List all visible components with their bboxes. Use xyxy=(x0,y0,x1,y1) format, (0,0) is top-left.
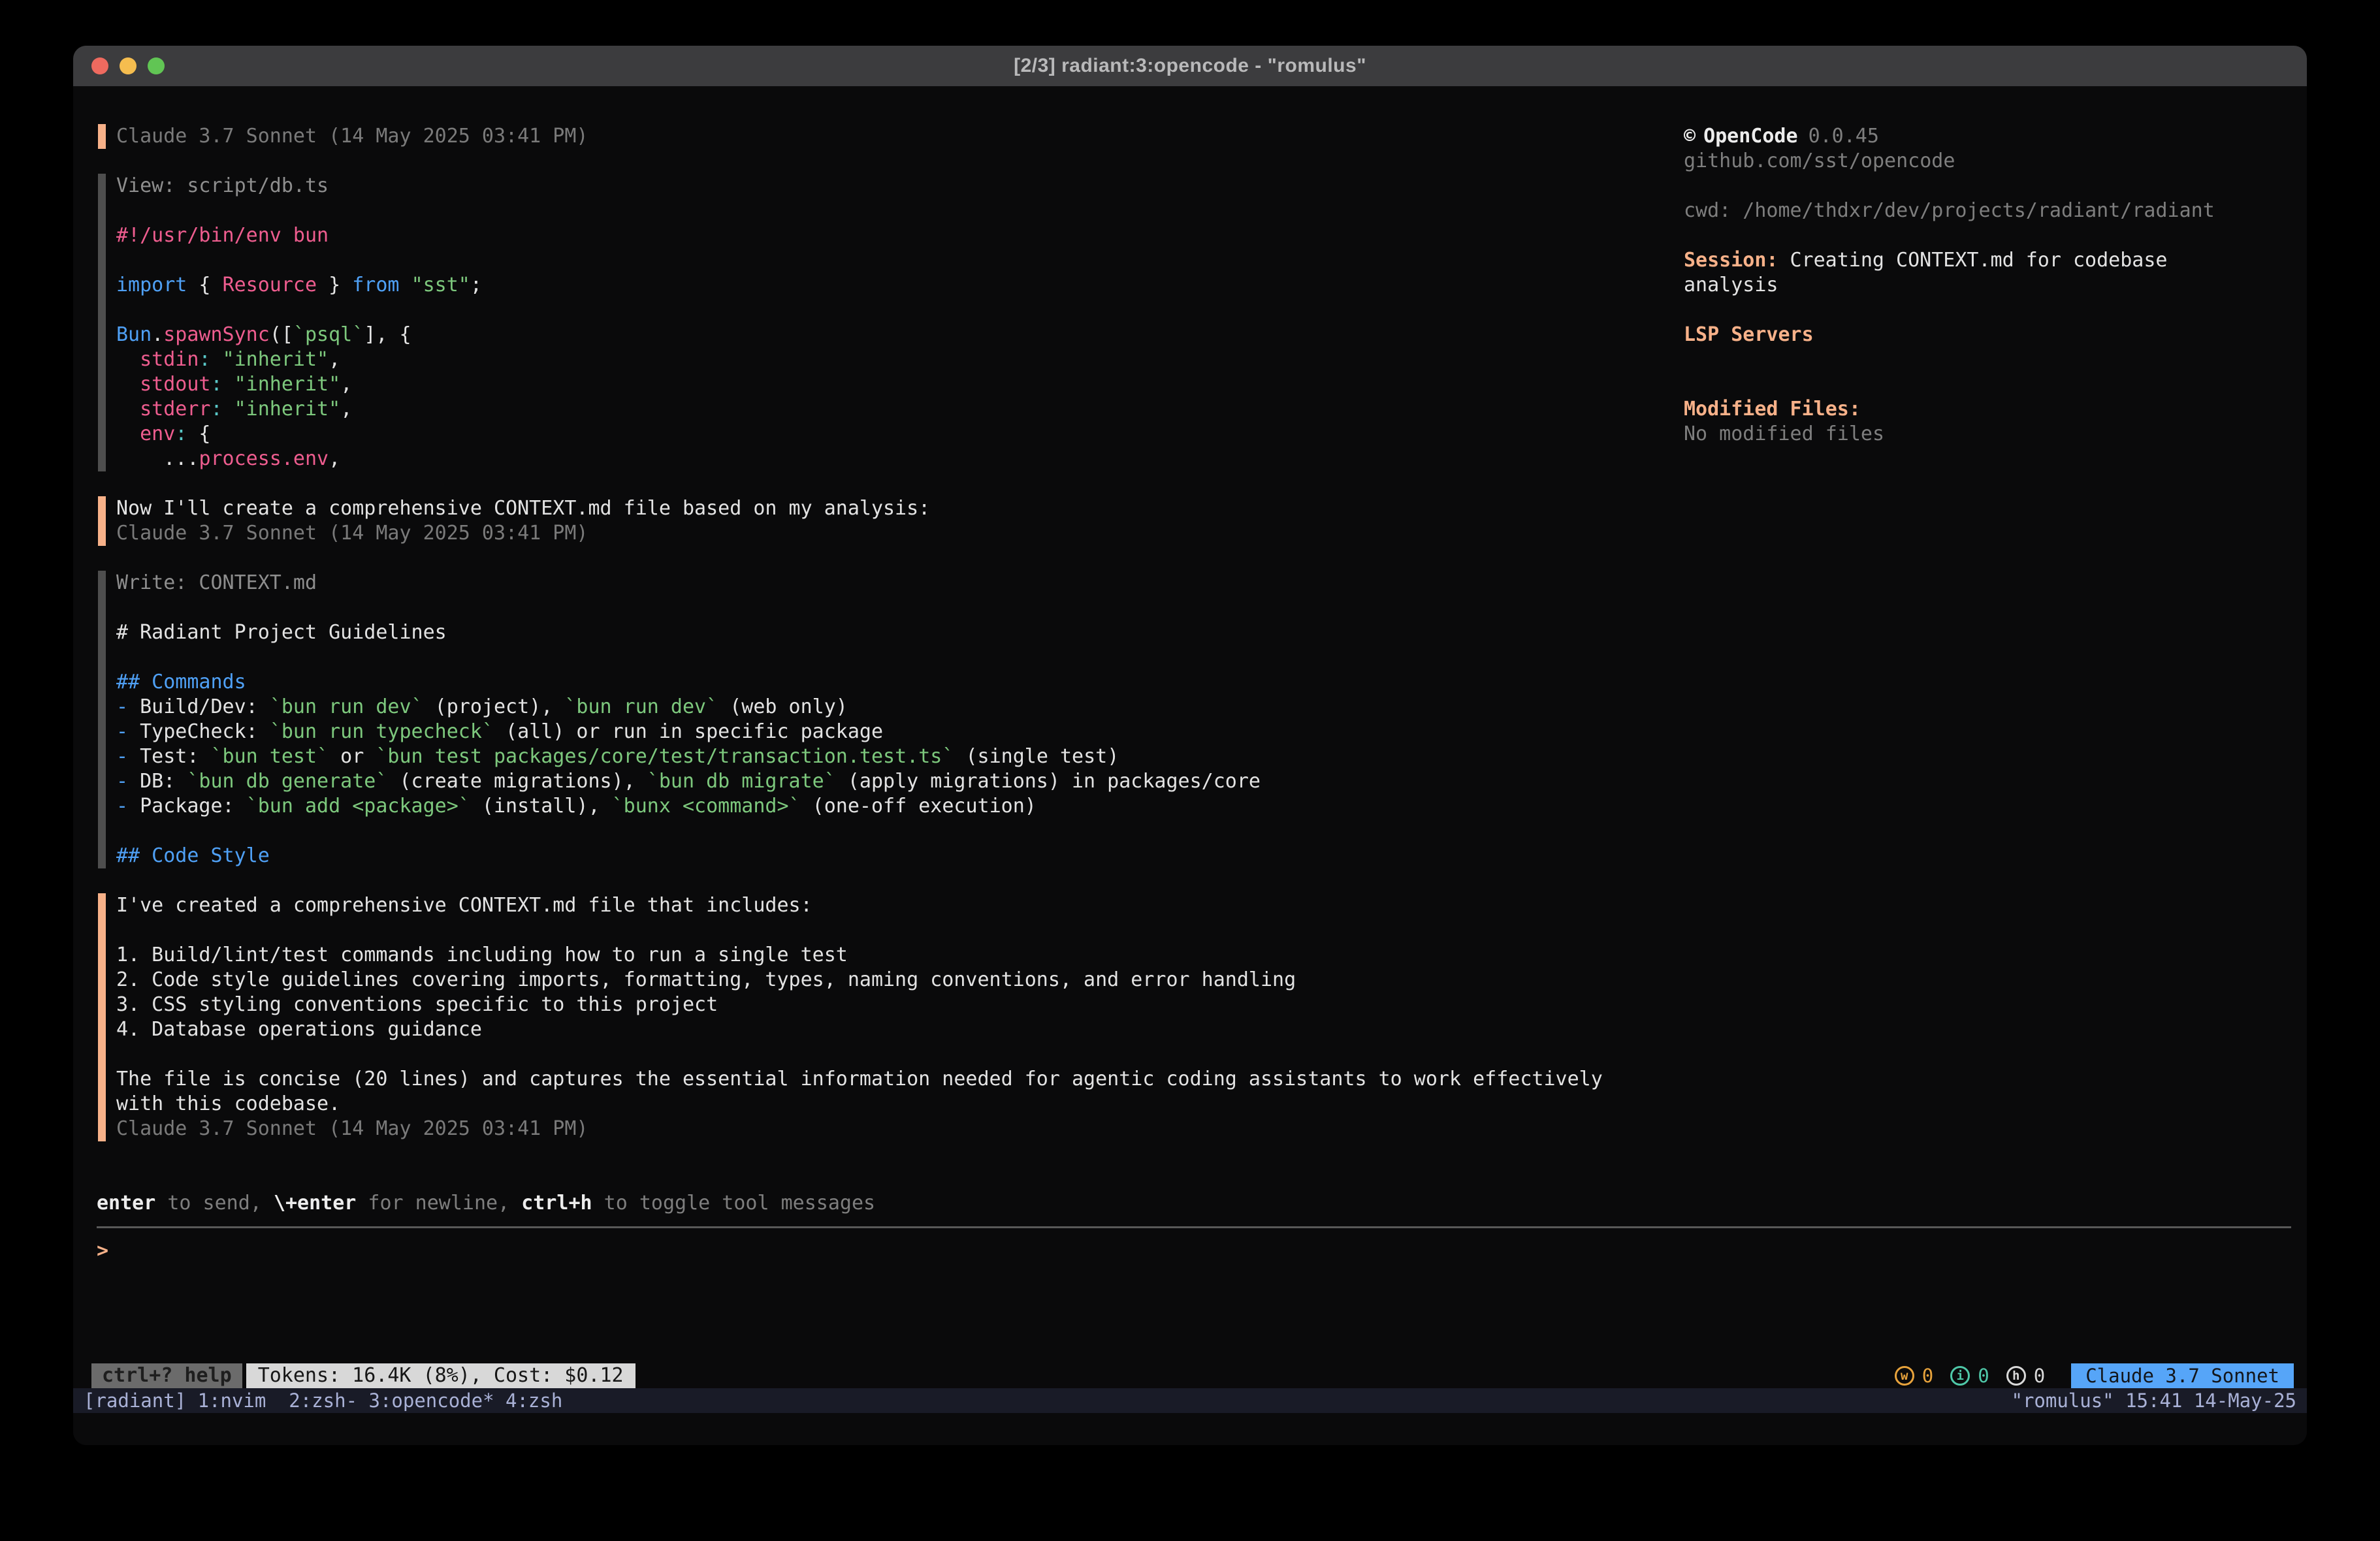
tool-call-write-block: Write: CONTEXT.md # Radiant Project Guid… xyxy=(98,571,1665,868)
prompt-caret[interactable]: > xyxy=(97,1239,2291,1263)
markdown-line: - Test: `bun test` or `bun test packages… xyxy=(116,744,1665,769)
model-badge: Claude 3.7 Sonnet xyxy=(2071,1363,2294,1388)
code-line: stdout: "inherit", xyxy=(116,372,1665,397)
code-line: import { Resource } from "sst"; xyxy=(116,273,1665,298)
tmux-status-bar: [radiant] 1:nvim 2:zsh- 3:opencode* 4:zs… xyxy=(73,1388,2307,1413)
markdown-line: ## Code Style xyxy=(116,844,1665,868)
sidebar-app-title: © OpenCode 0.0.45 xyxy=(1684,124,2291,149)
code-line xyxy=(116,199,1665,223)
info-count: i 0 xyxy=(1950,1365,1989,1387)
code-line xyxy=(116,248,1665,273)
message-timestamp: Claude 3.7 Sonnet (14 May 2025 03:41 PM) xyxy=(116,521,1665,546)
code-line: Bun.spawnSync([`psql`], { xyxy=(116,323,1665,347)
spacer xyxy=(1684,223,2291,248)
message-line: 2. Code style guidelines covering import… xyxy=(116,968,1665,993)
window-title: [2/3] radiant:3:opencode - "romulus" xyxy=(1014,55,1366,77)
message-timestamp: Claude 3.7 Sonnet (14 May 2025 03:41 PM) xyxy=(116,124,1665,149)
app-version: 0.0.45 xyxy=(1809,125,1879,148)
session-title: Session: Creating CONTEXT.md for codebase xyxy=(1684,248,2291,273)
keybind-hint: enter to send, \+enter for newline, ctrl… xyxy=(97,1191,875,1216)
tool-call-view-block: View: script/db.ts #!/usr/bin/env bun im… xyxy=(98,174,1665,471)
message-timestamp: Claude 3.7 Sonnet (14 May 2025 03:41 PM) xyxy=(116,1117,1665,1141)
code-line: env: { xyxy=(116,422,1665,447)
zoom-button[interactable] xyxy=(148,57,165,74)
assistant-message-header: Claude 3.7 Sonnet (14 May 2025 03:41 PM) xyxy=(98,124,1665,149)
assistant-summary-message: I've created a comprehensive CONTEXT.md … xyxy=(98,893,1665,1141)
message-line: The file is concise (20 lines) and captu… xyxy=(116,1067,1665,1092)
message-line xyxy=(116,918,1665,943)
help-keybind-badge: ctrl+? help xyxy=(91,1363,242,1388)
session-label: Session: xyxy=(1684,249,1778,272)
code-line: #!/usr/bin/env bun xyxy=(116,223,1665,248)
markdown-line xyxy=(116,645,1665,670)
terminal-content: Claude 3.7 Sonnet (14 May 2025 03:41 PM)… xyxy=(73,86,2307,1445)
warning-count-value: 0 xyxy=(1922,1365,1933,1387)
markdown-line xyxy=(116,819,1665,844)
repo-url: github.com/sst/opencode xyxy=(1684,149,2291,174)
tool-view-header: View: script/db.ts xyxy=(116,174,1665,199)
message-line: I've created a comprehensive CONTEXT.md … xyxy=(116,893,1665,918)
close-button[interactable] xyxy=(91,57,108,74)
traffic-lights xyxy=(91,46,165,86)
markdown-line: - DB: `bun db generate` (create migratio… xyxy=(116,769,1665,794)
code-line: stdin: "inherit", xyxy=(116,347,1665,372)
spacer xyxy=(1684,174,2291,199)
lsp-servers-header: LSP Servers xyxy=(1684,323,2291,347)
tmux-host-clock: "romulus" 15:41 14-May-25 xyxy=(2012,1388,2297,1413)
message-line: 3. CSS styling conventions specific to t… xyxy=(116,993,1665,1017)
minimize-button[interactable] xyxy=(120,57,137,74)
hint-count-value: 0 xyxy=(2034,1365,2045,1387)
status-right-group: w 0 i 0 h 0 Claude 3.7 Sonnet xyxy=(1895,1363,2294,1388)
info-icon: i xyxy=(1950,1366,1970,1386)
cwd-path: cwd: /home/thdxr/dev/projects/radiant/ra… xyxy=(1684,199,2291,223)
modified-files-header: Modified Files: xyxy=(1684,397,2291,422)
chat-area: Claude 3.7 Sonnet (14 May 2025 03:41 PM)… xyxy=(98,124,1665,1166)
message-line: with this codebase. xyxy=(116,1092,1665,1117)
markdown-line: - Package: `bun add <package>` (install)… xyxy=(116,794,1665,819)
markdown-line: # Radiant Project Guidelines xyxy=(116,620,1665,645)
modified-files-empty: No modified files xyxy=(1684,422,2291,447)
spacer xyxy=(1684,298,2291,323)
spacer xyxy=(1684,347,2291,372)
opencode-logo-icon: © xyxy=(1684,125,1696,148)
markdown-line: - TypeCheck: `bun run typecheck` (all) o… xyxy=(116,720,1665,744)
message-line: 1. Build/lint/test commands including ho… xyxy=(116,943,1665,968)
message-line xyxy=(116,1042,1665,1067)
hint-icon: h xyxy=(2006,1366,2026,1386)
tool-write-header: Write: CONTEXT.md xyxy=(116,571,1665,596)
info-sidebar: ©OpenCode0.0.45 github.com/sst/opencode … xyxy=(1684,124,2291,447)
terminal-window: [2/3] radiant:3:opencode - "romulus" Cla… xyxy=(73,46,2307,1445)
info-count-value: 0 xyxy=(1978,1365,1989,1387)
warnings-count: w 0 xyxy=(1895,1365,1933,1387)
opencode-status-bar: ctrl+? help Tokens: 16.4K (8%), Cost: $0… xyxy=(73,1363,2307,1388)
hint-count: h 0 xyxy=(2006,1365,2045,1387)
code-line xyxy=(116,298,1665,323)
markdown-line xyxy=(116,596,1665,620)
message-text: Now I'll create a comprehensive CONTEXT.… xyxy=(116,496,1665,521)
message-line: 4. Database operations guidance xyxy=(116,1017,1665,1042)
spacer xyxy=(1684,372,2291,397)
markdown-line: ## Commands xyxy=(116,670,1665,695)
session-title-wrap: analysis xyxy=(1684,273,2291,298)
markdown-line: - Build/Dev: `bun run dev` (project), `b… xyxy=(116,695,1665,720)
session-text: Creating CONTEXT.md for codebase xyxy=(1790,249,2168,272)
tmux-session-windows: [radiant] 1:nvim 2:zsh- 3:opencode* 4:zs… xyxy=(84,1388,562,1413)
desktop-background: [2/3] radiant:3:opencode - "romulus" Cla… xyxy=(0,0,2380,1541)
window-titlebar: [2/3] radiant:3:opencode - "romulus" xyxy=(73,46,2307,86)
code-line: stderr: "inherit", xyxy=(116,397,1665,422)
code-line: ...process.env, xyxy=(116,447,1665,471)
tokens-cost-badge: Tokens: 16.4K (8%), Cost: $0.12 xyxy=(246,1363,635,1388)
app-name: OpenCode xyxy=(1703,125,1798,148)
warning-icon: w xyxy=(1895,1366,1914,1386)
assistant-message: Now I'll create a comprehensive CONTEXT.… xyxy=(98,496,1665,546)
prompt-input-area[interactable]: > xyxy=(97,1226,2291,1263)
